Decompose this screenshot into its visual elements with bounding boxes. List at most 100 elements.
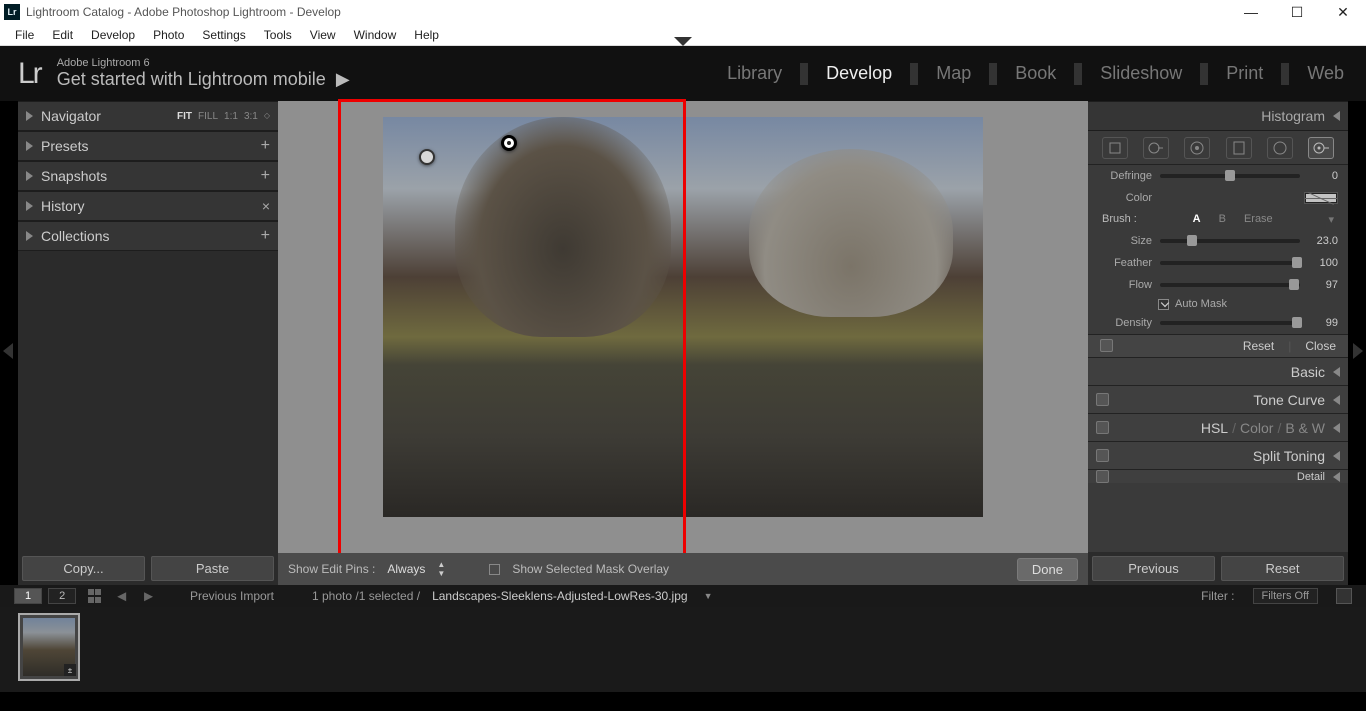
history-header[interactable]: History ×	[18, 191, 278, 221]
tool-strip	[1088, 131, 1348, 165]
display-1[interactable]: 1	[14, 588, 42, 604]
secondary-toolbar: 1 2 ◄ ► Previous Import 1 photo /1 selec…	[0, 585, 1366, 607]
module-develop[interactable]: Develop	[822, 63, 896, 84]
workarea: Navigator FIT FILL 1:1 3:1 ◇ Presets + S…	[0, 101, 1366, 585]
menu-file[interactable]: File	[6, 28, 43, 42]
adjustment-brush-icon[interactable]	[1308, 137, 1334, 159]
menu-develop[interactable]: Develop	[82, 28, 144, 42]
navigator-zoom-options[interactable]: FIT FILL 1:1 3:1 ◇	[177, 111, 270, 122]
module-map[interactable]: Map	[932, 63, 975, 84]
menu-view[interactable]: View	[301, 28, 345, 42]
flow-slider[interactable]	[1160, 283, 1300, 287]
display-mode-segment[interactable]: 1 2	[14, 588, 76, 604]
panel-toggle-switch[interactable]	[1100, 339, 1113, 352]
copy-button[interactable]: Copy...	[22, 556, 145, 581]
feather-slider[interactable]	[1160, 261, 1300, 265]
detail-section[interactable]: Detail	[1088, 469, 1348, 483]
adjustment-brush-panel: Defringe 0 Color Brush : A B Erase ▾ Siz…	[1088, 131, 1348, 552]
brush-close-button[interactable]: Close	[1305, 339, 1336, 353]
center-canvas: Show Edit Pins : Always ▲▼ Show Selected…	[278, 101, 1088, 585]
prev-photo-icon[interactable]: ◄	[114, 588, 129, 605]
minimize-button[interactable]: —	[1228, 0, 1274, 24]
photo-preview[interactable]	[383, 117, 983, 517]
snapshots-header[interactable]: Snapshots +	[18, 161, 278, 191]
left-panel-toggle[interactable]	[3, 343, 13, 359]
show-edit-pins-value[interactable]: Always	[387, 562, 425, 576]
count-label: 1 photo /1 selected /	[312, 589, 420, 603]
adjustment-pin-active[interactable]	[501, 135, 517, 151]
right-panel-toggle[interactable]	[1353, 343, 1363, 359]
dropdown-icon[interactable]: ▼	[704, 591, 713, 601]
top-panel-toggle[interactable]	[674, 37, 692, 46]
adjustment-pin[interactable]	[419, 149, 435, 165]
redeye-tool-icon[interactable]	[1184, 137, 1210, 159]
source-label[interactable]: Previous Import	[190, 589, 274, 603]
menu-settings[interactable]: Settings	[193, 28, 254, 42]
brush-reset-button[interactable]: Reset	[1243, 339, 1274, 353]
paste-button[interactable]: Paste	[151, 556, 274, 581]
module-library[interactable]: Library	[723, 63, 786, 84]
module-print[interactable]: Print	[1222, 63, 1267, 84]
brush-mode-a[interactable]: A	[1193, 213, 1201, 226]
module-slideshow[interactable]: Slideshow	[1096, 63, 1186, 84]
previous-button[interactable]: Previous	[1092, 556, 1215, 581]
filename-label: Landscapes-Sleeklens-Adjusted-LowRes-30.…	[432, 589, 687, 603]
menu-edit[interactable]: Edit	[43, 28, 82, 42]
filter-lock-icon[interactable]	[1336, 588, 1352, 604]
color-swatch[interactable]	[1304, 192, 1338, 204]
menu-tools[interactable]: Tools	[255, 28, 301, 42]
reset-button[interactable]: Reset	[1221, 556, 1344, 581]
automask-label: Auto Mask	[1175, 298, 1227, 310]
done-button[interactable]: Done	[1017, 558, 1078, 581]
display-2[interactable]: 2	[48, 588, 76, 604]
brush-mode-b[interactable]: B	[1219, 213, 1226, 226]
menu-help[interactable]: Help	[405, 28, 448, 42]
lightroom-logo: Lr	[18, 57, 41, 91]
histogram-header[interactable]: Histogram	[1088, 101, 1348, 131]
updown-icon[interactable]: ▲▼	[437, 560, 445, 578]
app-version-label: Adobe Lightroom 6	[57, 57, 350, 69]
graduated-filter-icon[interactable]	[1226, 137, 1252, 159]
defringe-slider[interactable]	[1160, 174, 1300, 178]
brush-panel-footer: Reset | Close	[1088, 334, 1348, 357]
next-photo-icon[interactable]: ►	[141, 588, 156, 605]
hsl-section[interactable]: HSL/Color/B & W	[1088, 413, 1348, 441]
basic-section[interactable]: Basic	[1088, 357, 1348, 385]
size-slider[interactable]	[1160, 239, 1300, 243]
add-icon[interactable]: +	[261, 167, 270, 185]
automask-row: Auto Mask	[1088, 296, 1348, 312]
module-web[interactable]: Web	[1303, 63, 1348, 84]
filter-label: Filter :	[1201, 589, 1234, 603]
clear-icon[interactable]: ×	[262, 198, 270, 214]
filter-select[interactable]: Filters Off	[1253, 588, 1318, 604]
menu-window[interactable]: Window	[345, 28, 406, 42]
panel-toggle-switch[interactable]	[1096, 470, 1109, 483]
histogram-label: Histogram	[1261, 108, 1325, 124]
collections-header[interactable]: Collections +	[18, 221, 278, 251]
navigator-header[interactable]: Navigator FIT FILL 1:1 3:1 ◇	[18, 101, 278, 131]
brush-mode-erase[interactable]: Erase	[1244, 213, 1273, 226]
menu-photo[interactable]: Photo	[144, 28, 193, 42]
maximize-button[interactable]: ☐	[1274, 0, 1320, 24]
density-slider[interactable]	[1160, 321, 1300, 325]
presets-header[interactable]: Presets +	[18, 131, 278, 161]
panel-toggle-switch[interactable]	[1096, 449, 1109, 462]
chevron-down-icon[interactable]: ▾	[1328, 213, 1334, 226]
add-icon[interactable]: +	[261, 137, 270, 155]
panel-toggle-switch[interactable]	[1096, 421, 1109, 434]
mask-overlay-checkbox[interactable]	[489, 564, 500, 575]
mobile-prompt[interactable]: Get started with Lightroom mobile ▶	[57, 69, 350, 90]
panel-toggle-switch[interactable]	[1096, 393, 1109, 406]
spot-tool-icon[interactable]	[1143, 137, 1169, 159]
module-nav: Library Develop Map Book Slideshow Print…	[723, 63, 1348, 85]
crop-tool-icon[interactable]	[1102, 137, 1128, 159]
close-button[interactable]: ✕	[1320, 0, 1366, 24]
add-icon[interactable]: +	[261, 227, 270, 245]
automask-checkbox[interactable]	[1158, 299, 1169, 310]
module-book[interactable]: Book	[1011, 63, 1060, 84]
tonecurve-section[interactable]: Tone Curve	[1088, 385, 1348, 413]
radial-filter-icon[interactable]	[1267, 137, 1293, 159]
grid-icon[interactable]	[88, 589, 102, 603]
splittoning-section[interactable]: Split Toning	[1088, 441, 1348, 469]
filmstrip-thumbnail[interactable]: ±	[18, 613, 80, 681]
